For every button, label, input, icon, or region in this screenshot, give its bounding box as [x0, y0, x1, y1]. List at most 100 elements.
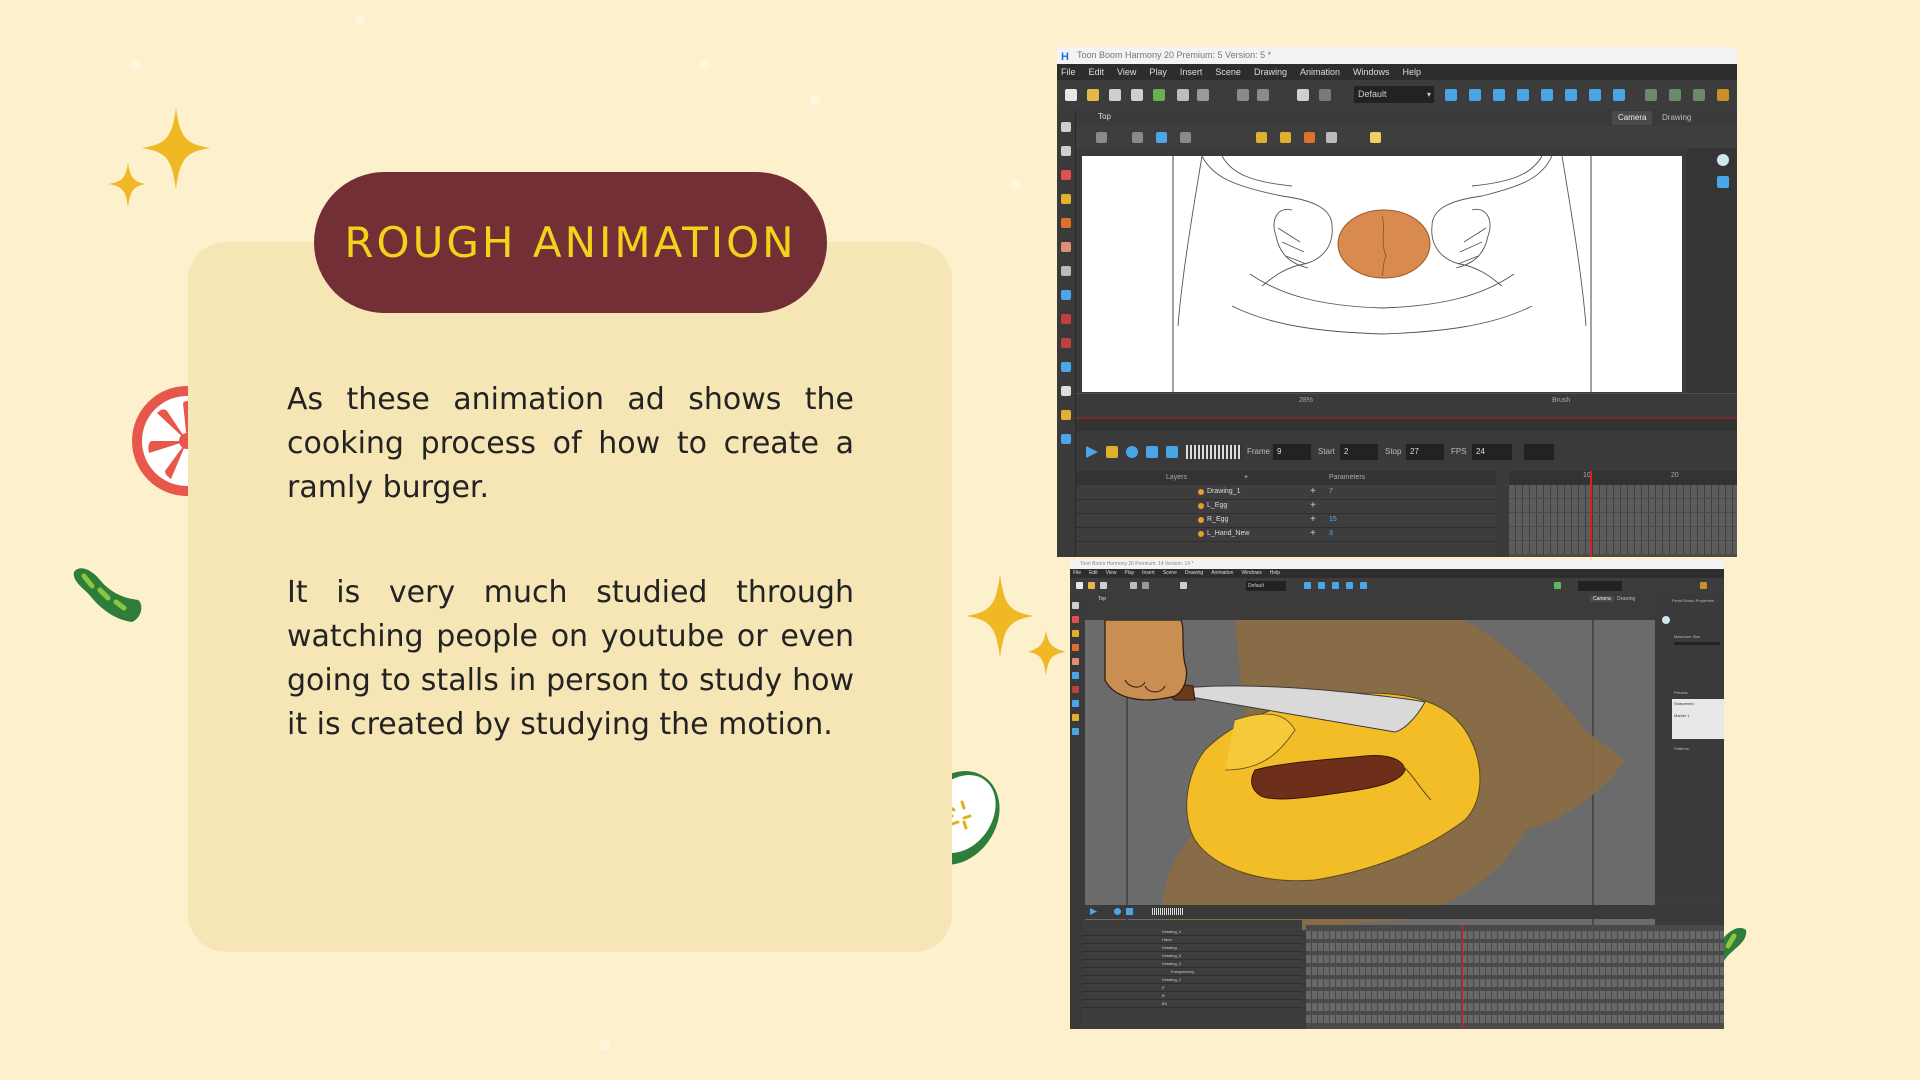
pivot-icon[interactable]	[1613, 89, 1625, 101]
lock-icon[interactable]	[1256, 132, 1267, 143]
zoom-tool-icon[interactable]	[1061, 434, 1071, 444]
frame-row[interactable]	[1306, 979, 1724, 987]
color-icon[interactable]	[1554, 582, 1561, 589]
playback-slider[interactable]	[1152, 908, 1184, 915]
tab-drawing[interactable]: Drawing	[1656, 111, 1697, 125]
copy-icon[interactable]	[1257, 89, 1269, 101]
node-icon[interactable]	[1469, 89, 1481, 101]
view-tab-top[interactable]: Top	[1098, 112, 1111, 121]
transform-icon[interactable]	[1346, 582, 1353, 589]
frame-row[interactable]	[1509, 485, 1737, 498]
transform-icon[interactable]	[1517, 89, 1529, 101]
timeline-frames[interactable]: 10 20	[1509, 471, 1737, 557]
frame-row[interactable]	[1509, 541, 1737, 554]
presets-list[interactable]: Sharpened Marker 1	[1672, 699, 1724, 739]
frame-row[interactable]	[1509, 513, 1737, 526]
node-icon[interactable]	[1318, 582, 1325, 589]
stop-input[interactable]: 27	[1406, 444, 1444, 460]
menu-help[interactable]: Help	[1270, 569, 1280, 578]
workspace-preset-dropdown[interactable]: Default ▾	[1354, 86, 1434, 103]
import-icon[interactable]	[1153, 89, 1165, 101]
fps-input[interactable]: 24	[1472, 444, 1512, 460]
zoom-level[interactable]: 28%	[1299, 397, 1313, 404]
layer-row[interactable]: Drawing_1 + 7	[1076, 485, 1496, 500]
settings-icon[interactable]	[1096, 132, 1107, 143]
deform-icon[interactable]	[1360, 582, 1367, 589]
undo-icon[interactable]	[1130, 582, 1137, 589]
cutter-tool-icon[interactable]	[1061, 362, 1071, 372]
brush-tool-icon[interactable]	[1061, 170, 1071, 180]
expand-icon[interactable]	[1700, 582, 1707, 589]
brush-size-icon[interactable]	[1326, 132, 1337, 143]
new-scene-icon[interactable]	[1076, 582, 1083, 589]
layer-row[interactable]: L_Egg +	[1076, 499, 1496, 514]
workspace-preset-dropdown[interactable]: Default	[1246, 581, 1286, 591]
camera-icon[interactable]	[1717, 154, 1729, 166]
fill-tool-icon[interactable]	[1061, 314, 1071, 324]
loop-icon[interactable]	[1126, 446, 1138, 458]
size-slider[interactable]	[1674, 642, 1720, 645]
new-scene-icon[interactable]	[1065, 89, 1077, 101]
camera-icon[interactable]	[1662, 616, 1670, 624]
pencil-tool-icon[interactable]	[1061, 194, 1071, 204]
paint-tool-icon[interactable]	[1061, 218, 1071, 228]
hand-tool-icon[interactable]	[1061, 386, 1071, 396]
expand-layer-icon[interactable]: +	[1310, 513, 1316, 527]
rotate-tool-icon[interactable]	[1061, 410, 1071, 420]
save-icon[interactable]	[1100, 582, 1107, 589]
menu-view[interactable]: View	[1106, 569, 1117, 578]
layer-row[interactable]: L_Hand_New + 3	[1076, 527, 1496, 542]
render-dropdown[interactable]	[1578, 581, 1622, 591]
frame-row[interactable]	[1306, 955, 1724, 963]
tab-drawing[interactable]: Drawing	[1614, 596, 1638, 602]
expand-layer-icon[interactable]: +	[1310, 485, 1316, 499]
camera-view-icon[interactable]	[1445, 89, 1457, 101]
play-icon[interactable]	[1086, 446, 1098, 458]
frame-row[interactable]	[1509, 499, 1737, 512]
layer-row[interactable]: B3	[1082, 1000, 1302, 1008]
layer-row[interactable]: Drawing_2	[1082, 976, 1302, 984]
paste-icon[interactable]	[1180, 582, 1187, 589]
cutter-tool-icon[interactable]	[1072, 700, 1079, 707]
menu-file[interactable]: File	[1061, 64, 1076, 80]
eraser-tool-icon[interactable]	[1072, 658, 1079, 665]
ik-icon[interactable]	[1565, 89, 1577, 101]
menu-animation[interactable]: Animation	[1300, 64, 1340, 80]
sound-icon[interactable]	[1146, 446, 1158, 458]
save-all-icon[interactable]	[1131, 89, 1143, 101]
layer-row[interactable]: Hand	[1082, 936, 1302, 944]
pencil-tool-icon[interactable]	[1072, 630, 1079, 637]
menu-drawing[interactable]: Drawing	[1254, 64, 1287, 80]
timeline-zoom-dropdown[interactable]	[1524, 444, 1554, 460]
add-layer-icon[interactable]: +	[1244, 471, 1248, 485]
save-icon[interactable]	[1109, 89, 1121, 101]
auto-fill-icon[interactable]	[1280, 132, 1291, 143]
select-tool-icon[interactable]	[1072, 602, 1079, 609]
menu-insert[interactable]: Insert	[1180, 64, 1203, 80]
menu-scene[interactable]: Scene	[1163, 569, 1177, 578]
peg-icon[interactable]	[1332, 582, 1339, 589]
paint-tool-icon[interactable]	[1072, 644, 1079, 651]
line-tool-icon[interactable]	[1304, 132, 1315, 143]
play-icon[interactable]	[1090, 908, 1097, 915]
zoom-tool-icon[interactable]	[1072, 728, 1079, 735]
rotate-tool-icon[interactable]	[1072, 714, 1079, 721]
redo-icon[interactable]	[1142, 582, 1149, 589]
lightbulb-icon[interactable]	[1370, 132, 1381, 143]
frame-row[interactable]	[1306, 967, 1724, 975]
paste-icon[interactable]	[1297, 89, 1309, 101]
expand-icon[interactable]	[1717, 89, 1729, 101]
easing-icon[interactable]	[1589, 89, 1601, 101]
menu-edit[interactable]: Edit	[1089, 569, 1098, 578]
menu-play[interactable]: Play	[1149, 64, 1167, 80]
eraser-tool-icon[interactable]	[1061, 242, 1071, 252]
frame-row[interactable]	[1306, 1015, 1724, 1023]
view-tab-top[interactable]: Top	[1098, 596, 1106, 602]
preset-marker[interactable]: Marker 1	[1674, 713, 1690, 718]
undo-icon[interactable]	[1177, 89, 1189, 101]
layer-row[interactable]: R_Egg + 15	[1076, 513, 1496, 528]
layout-icon[interactable]	[1669, 89, 1681, 101]
frame-row[interactable]	[1306, 1003, 1724, 1011]
light-table-icon[interactable]	[1156, 132, 1167, 143]
timeline-frames[interactable]	[1306, 925, 1724, 1029]
